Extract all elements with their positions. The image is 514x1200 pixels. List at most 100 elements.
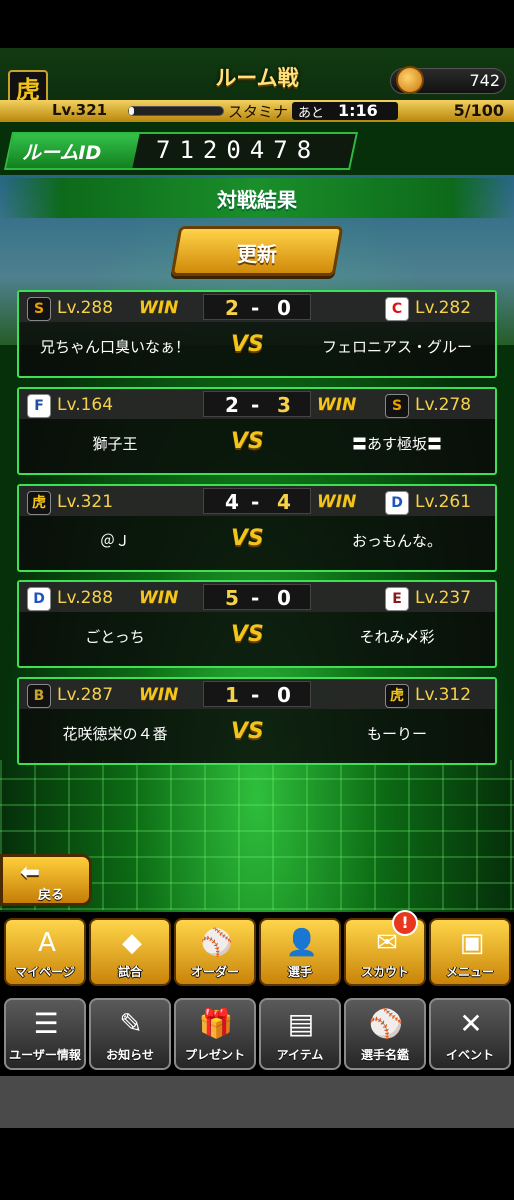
right-win-label: WIN	[317, 395, 357, 415]
score-dash: -	[251, 490, 260, 514]
nav-button-player-directory[interactable]: ⚾ 選手名鑑	[344, 998, 426, 1070]
stamina-label: スタミナ	[228, 103, 289, 121]
vs-label: VS	[231, 526, 264, 551]
nav-button-item[interactable]: ▤ アイテム	[259, 998, 341, 1070]
right-player-name: それみ〆彩	[359, 628, 435, 646]
right-team-icon: D	[385, 491, 409, 515]
right-player-name: おっもんな。	[351, 532, 442, 550]
score-dash: -	[251, 296, 260, 320]
nav-button-event[interactable]: ✕ イベント	[429, 998, 511, 1070]
stamina-count: 5/100	[453, 101, 504, 120]
vs-label: VS	[231, 332, 264, 357]
right-win-label: WIN	[317, 492, 357, 512]
left-score: 4	[225, 490, 239, 514]
left-player-name: 獅子王	[92, 435, 138, 453]
left-player-level: Lv.164	[57, 395, 114, 415]
page-title: ルーム戦	[215, 66, 299, 90]
user-info-icon: ☰	[33, 1007, 59, 1040]
vs-label: VS	[231, 429, 264, 454]
right-player-name: もーりー	[366, 725, 427, 743]
nav-button-notice[interactable]: ✎ お知らせ	[89, 998, 171, 1070]
right-player-level: Lv.312	[415, 685, 472, 705]
nav-button-label: プレゼント	[184, 1048, 245, 1062]
left-player-name: ごとっち	[85, 628, 145, 646]
order-icon: ⚾	[200, 928, 234, 958]
right-team-icon: S	[385, 394, 409, 418]
left-score: 5	[225, 586, 239, 610]
nav-button-stadium[interactable]: ◆ 試合	[89, 918, 171, 986]
score-dash: -	[251, 393, 260, 417]
match-card[interactable]: D Lv.288 WIN 5-0 E Lv.237 ごとっち VS それみ〆彩	[17, 580, 497, 668]
left-score: 2	[225, 393, 239, 417]
nav-button-mypage[interactable]: A マイページ	[4, 918, 86, 986]
nav-button-label: マイページ	[15, 965, 75, 979]
nav-button-player[interactable]: 👤 選手	[259, 918, 341, 986]
match-card[interactable]: B Lv.287 WIN 1-0 虎 Lv.312 花咲徳栄の４番 VS もーりー	[17, 677, 497, 765]
left-win-label: WIN	[139, 298, 179, 318]
nav-button-label: イベント	[445, 1048, 494, 1062]
system-navigation	[0, 1128, 514, 1200]
match-card[interactable]: S Lv.288 WIN 2-0 C Lv.282 兄ちゃん口臭いなぁ！ VS フェロニアス・グ…	[17, 290, 497, 378]
right-score: 3	[277, 393, 291, 417]
stamina-fill	[129, 107, 134, 115]
right-score: 0	[277, 683, 291, 707]
score-dash: -	[251, 683, 260, 707]
left-score: 2	[225, 296, 239, 320]
left-player-level: Lv.321	[57, 492, 114, 512]
nav-button-label: スカウト	[360, 965, 409, 979]
left-team-icon: S	[27, 297, 51, 321]
left-win-label: WIN	[139, 685, 179, 705]
right-team-icon: E	[385, 587, 409, 611]
left-team-icon: F	[27, 394, 51, 418]
nav-button-menu[interactable]: ▣ メニュー	[429, 918, 511, 986]
back-button-label: 戻る	[38, 888, 65, 903]
item-icon: ▤	[287, 1007, 315, 1040]
left-score: 1	[225, 683, 239, 707]
status-bar	[0, 0, 514, 48]
player-level: Lv.321	[52, 101, 108, 119]
right-score: 0	[277, 296, 291, 320]
score-dash: -	[251, 586, 260, 610]
right-score: 0	[277, 586, 291, 610]
room-id-label: ルームID	[22, 142, 102, 164]
right-player-level: Lv.237	[415, 588, 472, 608]
nav-button-label: 選手	[287, 965, 312, 979]
player-directory-icon: ⚾	[368, 1007, 404, 1040]
time-remaining-label: あと	[298, 106, 325, 121]
left-team-icon: D	[27, 587, 51, 611]
match-card[interactable]: 虎 Lv.321 4-4 WIN D Lv.261 ＠Ｊ VS おっもんな。	[17, 484, 497, 572]
coin-icon	[396, 66, 424, 94]
match-card[interactable]: F Lv.164 2-3 WIN S Lv.278 獅子王 VS 〓あす極坂〓	[17, 387, 497, 475]
nav-button-user-info[interactable]: ☰ ユーザー情報	[4, 998, 86, 1070]
nav-button-label: お知らせ	[106, 1048, 154, 1062]
back-arrow-icon: ⬅	[20, 858, 41, 886]
nav-button-present[interactable]: 🎁 プレゼント	[174, 998, 256, 1070]
nav-button-label: 試合	[117, 965, 142, 979]
time-remaining: 1:16	[338, 101, 378, 120]
notice-icon: ✎	[119, 1007, 143, 1040]
left-team-icon: 虎	[27, 491, 51, 515]
nav-button-label: メニュー	[445, 965, 494, 979]
nav-button-label: 選手名鑑	[360, 1048, 409, 1062]
vs-label: VS	[231, 622, 264, 647]
right-player-level: Lv.282	[415, 298, 472, 318]
nav-button-label: ユーザー情報	[9, 1048, 81, 1062]
scout-badge: !	[392, 910, 418, 936]
player-icon: 👤	[285, 928, 319, 958]
left-player-name: 兄ちゃん口臭いなぁ！	[39, 338, 190, 356]
right-player-name: フェロニアス・グルー	[321, 338, 472, 356]
vs-label: VS	[231, 719, 264, 744]
right-player-level: Lv.278	[415, 395, 472, 415]
right-team-icon: 虎	[385, 684, 409, 708]
stamina-bar	[128, 106, 224, 116]
nav-button-label: アイテム	[276, 1048, 324, 1062]
left-player-level: Lv.288	[57, 588, 114, 608]
refresh-button[interactable]	[170, 226, 344, 276]
mypage-icon: A	[38, 928, 56, 958]
nav-button-order[interactable]: ⚾ オーダー	[174, 918, 256, 986]
right-player-level: Lv.261	[415, 492, 472, 512]
section-title: 対戦結果	[217, 188, 297, 212]
event-icon: ✕	[459, 1007, 483, 1040]
right-score: 4	[277, 490, 291, 514]
coin-value: 742	[469, 71, 500, 90]
